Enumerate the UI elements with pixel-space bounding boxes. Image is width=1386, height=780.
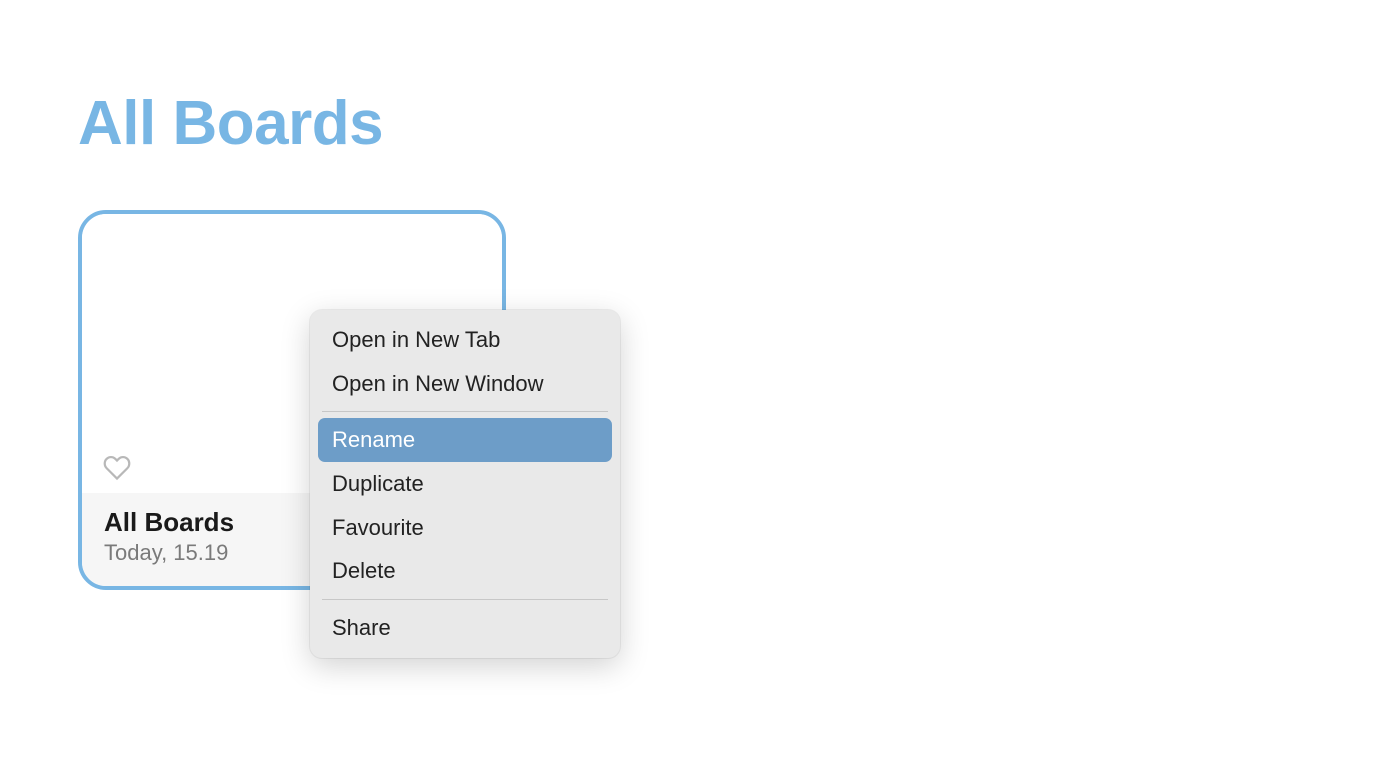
menu-divider xyxy=(322,411,608,412)
menu-item-duplicate[interactable]: Duplicate xyxy=(318,462,612,506)
context-menu: Open in New Tab Open in New Window Renam… xyxy=(310,310,620,658)
menu-divider xyxy=(322,599,608,600)
menu-item-share[interactable]: Share xyxy=(318,606,612,650)
menu-item-favourite[interactable]: Favourite xyxy=(318,506,612,550)
menu-item-rename[interactable]: Rename xyxy=(318,418,612,462)
page-title: All Boards xyxy=(78,88,383,159)
heart-icon[interactable] xyxy=(102,454,132,481)
menu-item-open-new-window[interactable]: Open in New Window xyxy=(318,362,612,406)
menu-item-open-new-tab[interactable]: Open in New Tab xyxy=(318,318,612,362)
menu-item-delete[interactable]: Delete xyxy=(318,549,612,593)
